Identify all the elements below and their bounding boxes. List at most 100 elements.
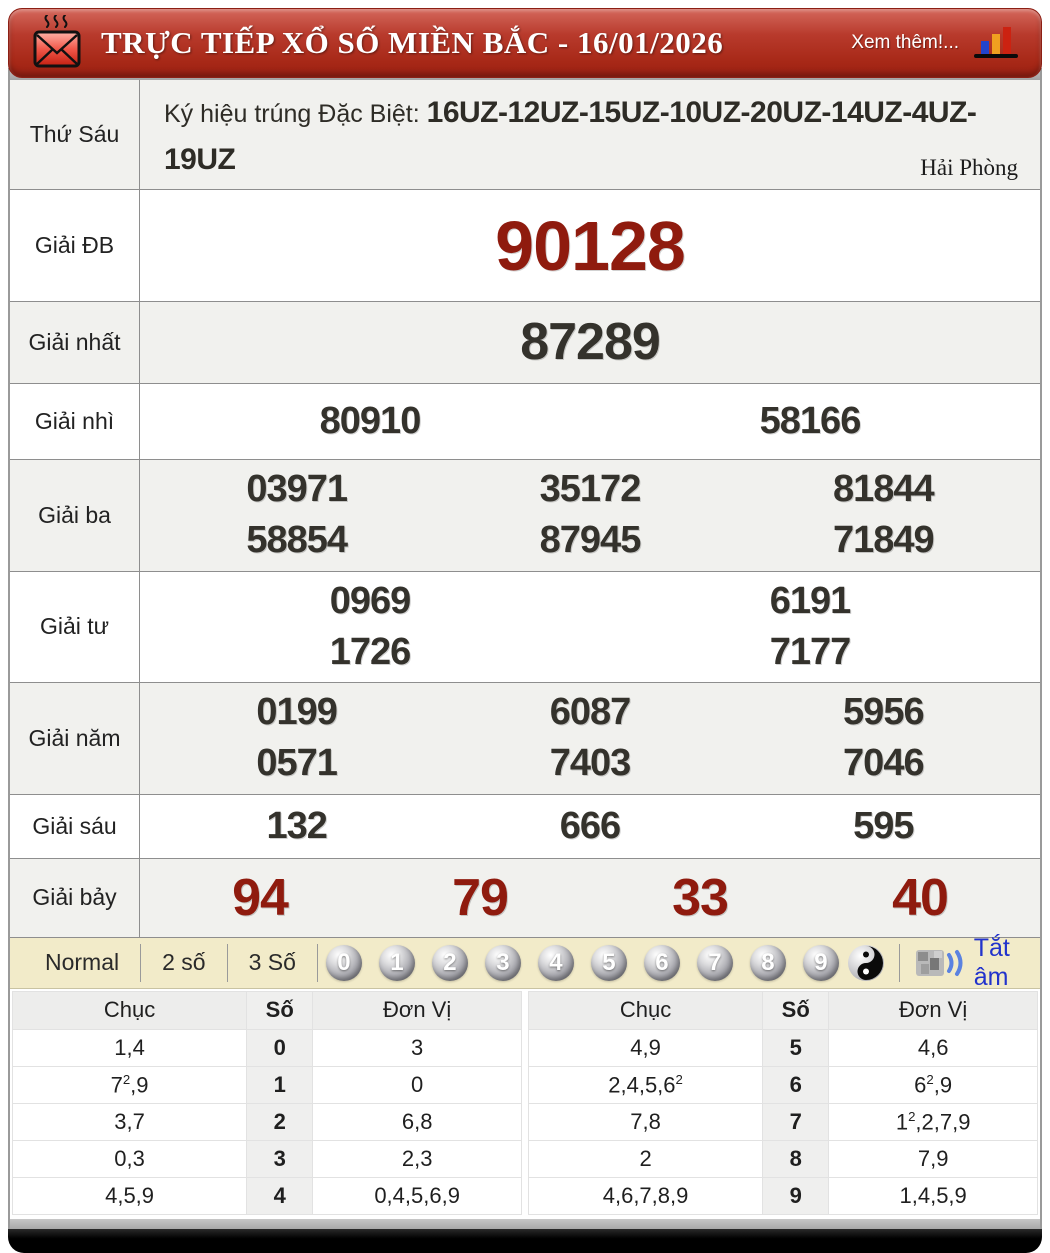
- digit-stats: ChụcSốĐơn Vị1,40372,9103,726,80,332,34,5…: [10, 989, 1040, 1219]
- stats-cell: 4: [247, 1177, 313, 1214]
- number-ball-4[interactable]: 4: [538, 945, 574, 981]
- stats-cell: 4,9: [529, 1029, 763, 1066]
- prize-number: 1726: [330, 627, 411, 678]
- stats-cell: 8: [763, 1140, 829, 1177]
- header-bar: TRỰC TIẾP XỔ SỐ MIỀN BẮC - 16/01/2026 Xe…: [8, 8, 1042, 78]
- prize-number: 94: [232, 863, 288, 933]
- footer-black-bar: [8, 1229, 1042, 1253]
- number-ball-8[interactable]: 8: [750, 945, 786, 981]
- stats-row: 4,954,6: [529, 1029, 1038, 1066]
- stats-cell: 3: [313, 1029, 522, 1066]
- stats-cell: 6: [763, 1066, 829, 1103]
- number-ball-7[interactable]: 7: [697, 945, 733, 981]
- stats-cell: 0: [313, 1066, 522, 1103]
- hot-envelope-icon: [31, 15, 83, 71]
- prize-label: Giải nhất: [10, 302, 140, 383]
- prize-number: 0571: [256, 738, 337, 789]
- prize-label: Giải bảy: [10, 859, 140, 937]
- special-symbol-line: Ký hiệu trúng Đặc Biệt: 16UZ-12UZ-15UZ-1…: [164, 90, 1022, 183]
- bar-chart-icon[interactable]: [973, 23, 1019, 63]
- number-ball-2[interactable]: 2: [432, 945, 468, 981]
- prize-number: 90128: [495, 204, 685, 288]
- yin-yang-ball-icon[interactable]: [847, 944, 885, 982]
- prize-row: Giải ba 03971 35172 81844 58854 87945 71849: [10, 459, 1040, 571]
- stats-row: 72,910: [13, 1066, 522, 1103]
- stats-cell: 6,8: [313, 1103, 522, 1140]
- symbol-prefix: Ký hiệu trúng Đặc Biệt:: [164, 100, 427, 128]
- number-ball-1[interactable]: 1: [379, 945, 415, 981]
- prize-number: 71849: [833, 515, 934, 566]
- stats-table-left: ChụcSốĐơn Vị1,40372,9103,726,80,332,34,5…: [12, 991, 522, 1215]
- stats-cell: 2,3: [313, 1140, 522, 1177]
- prize-number: 87289: [520, 307, 660, 377]
- prize-label: Giải nhì: [10, 384, 140, 459]
- prize-number: 81844: [833, 464, 934, 515]
- prize-number: 58854: [246, 515, 347, 566]
- see-more-link[interactable]: Xem thêm!...: [851, 32, 959, 54]
- prize-number: 87945: [540, 515, 641, 566]
- footer-gray-strip: [8, 1219, 1042, 1229]
- prize-number: 03971: [246, 464, 347, 515]
- lottery-widget: TRỰC TIẾP XỔ SỐ MIỀN BẮC - 16/01/2026 Xe…: [0, 0, 1050, 1253]
- draw-info-row: Thứ Sáu Ký hiệu trúng Đặc Biệt: 16UZ-12U…: [10, 80, 1040, 189]
- number-ball-5[interactable]: 5: [591, 945, 627, 981]
- prize-label: Giải ĐB: [10, 190, 140, 301]
- prize-number: 6087: [550, 687, 631, 738]
- stats-row: 2,4,5,62662,9: [529, 1066, 1038, 1103]
- prize-number: 40: [892, 863, 948, 933]
- stats-cell: 1,4: [13, 1029, 247, 1066]
- stats-cell: 0,4,5,6,9: [313, 1177, 522, 1214]
- stats-cell: 4,6: [829, 1029, 1038, 1066]
- stats-cell: 0,3: [13, 1140, 247, 1177]
- stats-header: Đơn Vị: [313, 991, 522, 1029]
- prize-row: Giải sáu132666595: [10, 794, 1040, 858]
- stats-row: 7,8712,2,7,9: [529, 1103, 1038, 1140]
- day-label: Thứ Sáu: [10, 80, 140, 189]
- stats-cell: 0: [247, 1029, 313, 1066]
- stats-header: Chục: [529, 991, 763, 1029]
- speaker-icon: [914, 946, 964, 980]
- stats-row: 3,726,8: [13, 1103, 522, 1140]
- stats-cell: 62,9: [829, 1066, 1038, 1103]
- stats-cell: 12,2,7,9: [829, 1103, 1038, 1140]
- toolbar-separator: [899, 944, 900, 982]
- stats-row: 287,9: [529, 1140, 1038, 1177]
- stats-cell: 72,9: [13, 1066, 247, 1103]
- stats-cell: 7: [763, 1103, 829, 1140]
- stats-cell: 2: [247, 1103, 313, 1140]
- prize-number: 666: [560, 801, 620, 852]
- prize-number: 80910: [320, 396, 421, 447]
- stats-cell: 3: [247, 1140, 313, 1177]
- draw-info-content: Ký hiệu trúng Đặc Biệt: 16UZ-12UZ-15UZ-1…: [140, 80, 1040, 189]
- prize-row: Giải năm019960875956057174037046: [10, 682, 1040, 794]
- stats-cell: 1: [247, 1066, 313, 1103]
- prize-row: Giải bảy94793340: [10, 858, 1040, 937]
- mode-button-normal[interactable]: Normal: [24, 944, 141, 982]
- stats-cell: 2: [529, 1140, 763, 1177]
- stats-row: 1,403: [13, 1029, 522, 1066]
- number-ball-3[interactable]: 3: [485, 945, 521, 981]
- stats-cell: 3,7: [13, 1103, 247, 1140]
- prize-label: Giải ba: [10, 460, 140, 571]
- stats-cell: 2,4,5,62: [529, 1066, 763, 1103]
- stats-table-right: ChụcSốĐơn Vị4,954,62,4,5,62662,97,8712,2…: [528, 991, 1038, 1215]
- prize-number: 35172: [540, 464, 641, 515]
- mode-button-3-số[interactable]: 3 Số: [228, 944, 318, 982]
- stats-header: Đơn Vị: [829, 991, 1038, 1029]
- stats-cell: 7,9: [829, 1140, 1038, 1177]
- mute-button[interactable]: Tắt âm: [914, 934, 1030, 992]
- results-table: Thứ Sáu Ký hiệu trúng Đặc Biệt: 16UZ-12U…: [10, 80, 1040, 937]
- prize-label: Giải tư: [10, 572, 140, 683]
- number-balls: 0123456789: [318, 945, 847, 981]
- prize-number: 6191: [770, 576, 851, 627]
- number-ball-0[interactable]: 0: [326, 945, 362, 981]
- mode-button-2-số[interactable]: 2 số: [141, 944, 227, 982]
- stats-row: 0,332,3: [13, 1140, 522, 1177]
- prize-number: 7177: [770, 627, 851, 678]
- prize-number: 132: [266, 801, 326, 852]
- mode-buttons: Normal2 số3 Số: [24, 938, 318, 988]
- stats-cell: 4,6,7,8,9: [529, 1177, 763, 1214]
- number-ball-6[interactable]: 6: [644, 945, 680, 981]
- stats-row: 4,5,940,4,5,6,9: [13, 1177, 522, 1214]
- number-ball-9[interactable]: 9: [803, 945, 839, 981]
